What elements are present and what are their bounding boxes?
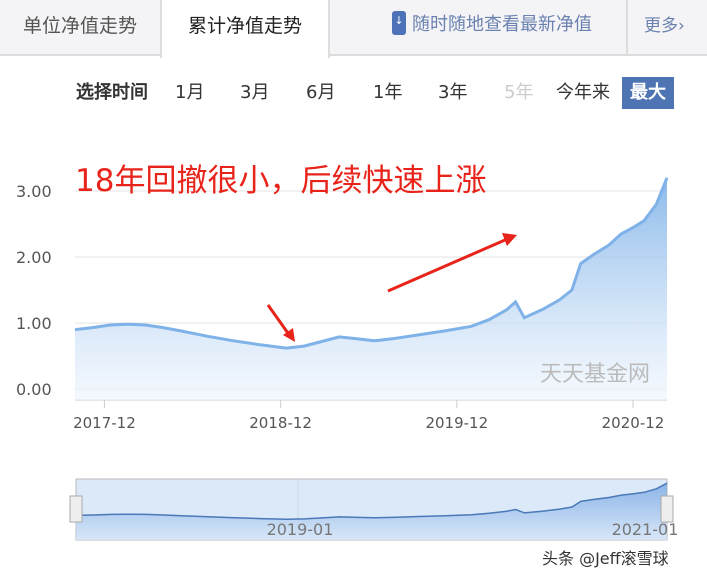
y-tick-label: 0.00 <box>16 380 52 399</box>
x-tick-label: 2019-12 <box>425 414 488 432</box>
y-tick-label: 1.00 <box>16 314 52 333</box>
x-tick-label: 2017-12 <box>73 414 136 432</box>
x-tick-label: 2018-12 <box>249 414 312 432</box>
nav-chart: 0.00 1.00 2.00 3.00 2017-12 2018-12 2019-12 202… <box>16 177 679 541</box>
navigator-handle[interactable] <box>69 495 83 523</box>
y-tick-label: 3.00 <box>16 182 52 201</box>
credit-text: 头条 @Jeff滚雪球 <box>542 549 669 568</box>
arrow-up <box>387 233 517 293</box>
y-tick-label: 2.00 <box>16 248 52 267</box>
x-tick-label: 2020-12 <box>602 414 665 432</box>
navigator-handle[interactable] <box>660 495 674 523</box>
annotation-text: 18年回撤很小，后续快速上涨 <box>75 163 487 199</box>
watermark: 天天基金网 <box>540 362 651 387</box>
navigator-label: 2021-01 <box>612 520 679 539</box>
navigator-label: 2019-01 <box>267 520 334 539</box>
